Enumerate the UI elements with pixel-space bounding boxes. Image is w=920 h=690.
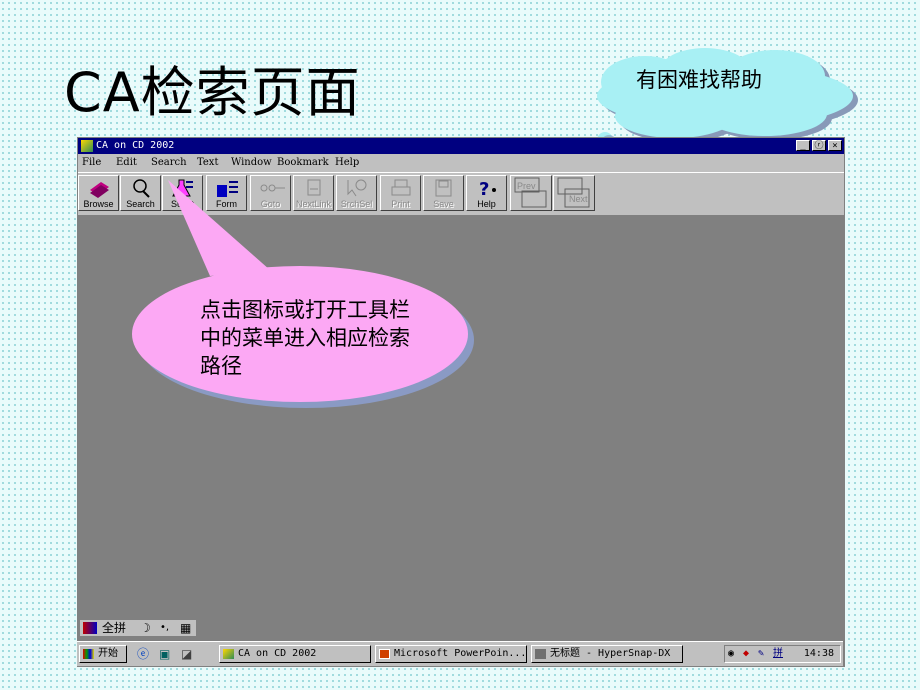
keyboard-icon[interactable]: ▦ bbox=[180, 620, 191, 636]
ime-logo-icon bbox=[83, 622, 97, 634]
task-ca-on-cd[interactable]: CA on CD 2002 bbox=[219, 645, 371, 663]
next-button[interactable]: Next bbox=[553, 175, 595, 211]
quick-launch: ⓔ ▣ ◪ bbox=[133, 645, 203, 663]
browse-label: Browse bbox=[83, 199, 114, 209]
punct-toggle[interactable]: •, bbox=[160, 620, 169, 636]
menu-help[interactable]: Help bbox=[335, 157, 359, 168]
next-icon: Next bbox=[557, 177, 590, 208]
task-hypersnap-label: 无标题 - HyperSnap-DX bbox=[550, 648, 671, 659]
menu-text[interactable]: Text bbox=[197, 157, 218, 168]
close-button[interactable]: × bbox=[828, 140, 842, 151]
ie-icon[interactable]: ⓔ bbox=[137, 645, 149, 663]
camera-icon bbox=[535, 649, 546, 659]
menu-edit[interactable]: Edit bbox=[116, 157, 137, 168]
task-powerpoint[interactable]: Microsoft PowerPoin... bbox=[375, 645, 527, 663]
clock: 14:38 bbox=[803, 648, 834, 659]
task-ca-label: CA on CD 2002 bbox=[238, 648, 317, 659]
menubar: File Edit Search Text Window Bookmark He… bbox=[78, 155, 844, 171]
prev-icon: Prev bbox=[514, 177, 547, 208]
menu-window[interactable]: Window bbox=[231, 157, 272, 168]
menu-search[interactable]: Search bbox=[151, 157, 187, 168]
restore-button[interactable]: ⓡ bbox=[812, 140, 826, 151]
desktop-icon[interactable]: ▣ bbox=[159, 645, 170, 663]
eye-icon[interactable]: ◉ bbox=[728, 646, 734, 662]
windows-logo-icon bbox=[83, 649, 94, 659]
taskbar: 开始 ⓔ ▣ ◪ CA on CD 2002 Microsoft PowerPo… bbox=[77, 641, 843, 666]
ca-app-icon bbox=[223, 649, 234, 659]
ime-mode[interactable]: 全拼 bbox=[102, 620, 126, 636]
window-title: CA on CD 2002 bbox=[96, 140, 175, 151]
prev-button[interactable]: Prev bbox=[510, 175, 552, 211]
minimize-button[interactable]: _ bbox=[796, 140, 810, 151]
callout-text: 点击图标或打开工具栏中的菜单进入相应检索路径 bbox=[200, 298, 410, 378]
pen-icon[interactable]: ✎ bbox=[758, 646, 764, 662]
app-icon bbox=[81, 140, 93, 152]
task-hypersnap[interactable]: 无标题 - HyperSnap-DX bbox=[531, 645, 683, 663]
powerpoint-icon bbox=[379, 649, 390, 659]
slide-title: CA检索页面 bbox=[64, 61, 361, 124]
prev-label: Prev bbox=[517, 181, 536, 191]
ime-status-bar[interactable]: 全拼 ☽ •, ▦ bbox=[79, 619, 197, 637]
tray-app-icon[interactable]: ◆ bbox=[743, 646, 749, 662]
help-cloud-text: 有困难找帮助 bbox=[636, 68, 762, 92]
window-titlebar[interactable]: CA on CD 2002 _ ⓡ × bbox=[78, 138, 844, 154]
menu-bookmark[interactable]: Bookmark bbox=[277, 157, 329, 168]
browse-button[interactable]: Browse bbox=[78, 175, 119, 211]
task-powerpoint-label: Microsoft PowerPoin... bbox=[394, 648, 527, 659]
start-label: 开始 bbox=[98, 648, 118, 659]
system-tray: ◉ ◆ ✎ 拼 14:38 bbox=[724, 645, 841, 663]
start-button[interactable]: 开始 bbox=[79, 645, 127, 663]
next-label: Next bbox=[569, 194, 588, 204]
moon-icon[interactable]: ☽ bbox=[140, 620, 151, 636]
channel-icon[interactable]: ◪ bbox=[181, 645, 192, 663]
tray-ime-indicator[interactable]: 拼 bbox=[773, 646, 783, 662]
books-icon bbox=[90, 182, 109, 198]
menu-file[interactable]: File bbox=[82, 157, 101, 168]
